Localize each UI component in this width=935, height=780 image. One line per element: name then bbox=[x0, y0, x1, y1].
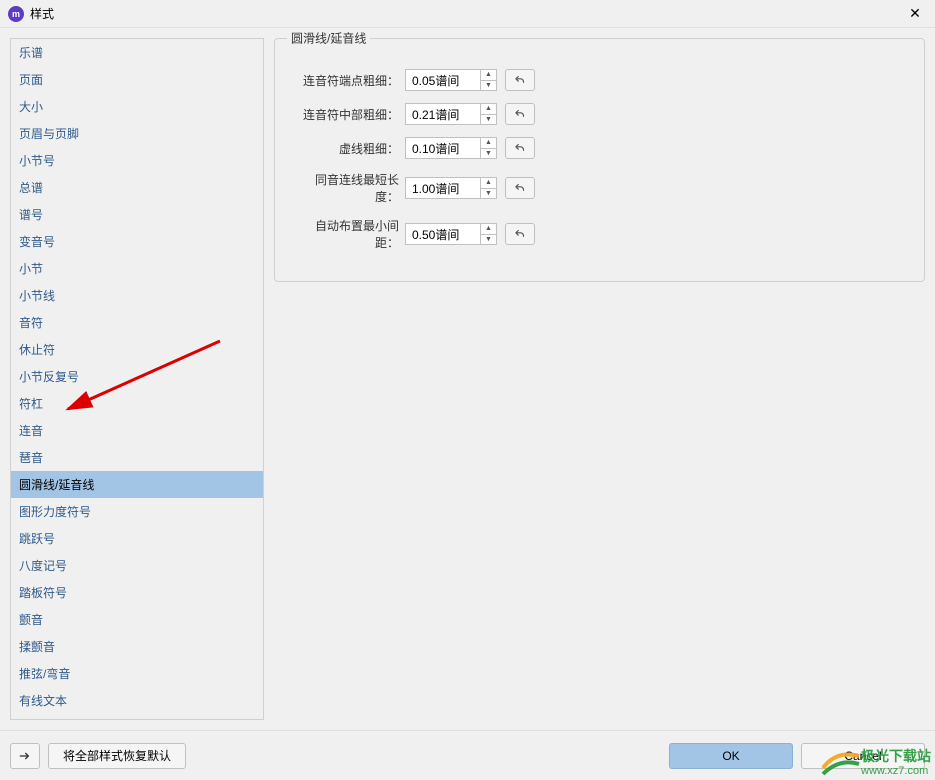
sidebar-item[interactable]: 乐谱 bbox=[11, 39, 263, 66]
spinbox-value: 1.00谱间 bbox=[406, 180, 480, 197]
sidebar-item[interactable]: 推弦/弯音 bbox=[11, 660, 263, 687]
undo-icon bbox=[513, 73, 527, 87]
chevron-up-icon[interactable]: ▲ bbox=[481, 70, 496, 81]
spinbox[interactable]: 0.50谱间▲▼ bbox=[405, 223, 497, 245]
reset-button[interactable] bbox=[505, 69, 535, 91]
chevron-down-icon[interactable]: ▼ bbox=[481, 189, 496, 199]
spinbox-value: 0.05谱间 bbox=[406, 72, 480, 89]
sidebar-item[interactable]: 颤音 bbox=[11, 606, 263, 633]
settings-groupbox: 圆滑线/延音线 连音符端点粗细：0.05谱间▲▼连音符中部粗细：0.21谱间▲▼… bbox=[274, 38, 925, 282]
sidebar-item[interactable]: 揉颤音 bbox=[11, 633, 263, 660]
sidebar-item[interactable]: 大小 bbox=[11, 93, 263, 120]
chevron-down-icon[interactable]: ▼ bbox=[481, 235, 496, 245]
setting-label: 连音符端点粗细： bbox=[293, 72, 405, 89]
setting-row: 虚线粗细：0.10谱间▲▼ bbox=[293, 137, 906, 159]
sidebar-item[interactable]: 变音号 bbox=[11, 228, 263, 255]
sidebar-item[interactable]: 八度记号 bbox=[11, 552, 263, 579]
sidebar-item[interactable]: 谱号 bbox=[11, 201, 263, 228]
reset-button[interactable] bbox=[505, 137, 535, 159]
sidebar-item[interactable]: 小节 bbox=[11, 255, 263, 282]
setting-label: 虚线粗细： bbox=[293, 140, 405, 157]
sidebar-item[interactable]: 页面 bbox=[11, 66, 263, 93]
chevron-up-icon[interactable]: ▲ bbox=[481, 138, 496, 149]
reset-button[interactable] bbox=[505, 177, 535, 199]
sidebar-item[interactable]: 休止符 bbox=[11, 336, 263, 363]
sidebar-item[interactable]: 总谱有线文本 bbox=[11, 714, 263, 720]
spinbox-value: 0.50谱间 bbox=[406, 226, 480, 243]
sidebar-item[interactable]: 小节号 bbox=[11, 147, 263, 174]
undo-icon bbox=[513, 181, 527, 195]
spinbox-value: 0.10谱间 bbox=[406, 140, 480, 157]
setting-row: 连音符中部粗细：0.21谱间▲▼ bbox=[293, 103, 906, 125]
chevron-up-icon[interactable]: ▲ bbox=[481, 224, 496, 235]
chevron-up-icon[interactable]: ▲ bbox=[481, 178, 496, 189]
sidebar-item[interactable]: 图形力度符号 bbox=[11, 498, 263, 525]
undo-icon bbox=[513, 107, 527, 121]
sidebar-item[interactable]: 连音 bbox=[11, 417, 263, 444]
chevron-down-icon[interactable]: ▼ bbox=[481, 115, 496, 125]
sidebar-item[interactable]: 圆滑线/延音线 bbox=[11, 471, 263, 498]
setting-row: 同音连线最短长度：1.00谱间▲▼ bbox=[293, 171, 906, 205]
setting-label: 连音符中部粗细： bbox=[293, 106, 405, 123]
setting-row: 连音符端点粗细：0.05谱间▲▼ bbox=[293, 69, 906, 91]
chevron-down-icon[interactable]: ▼ bbox=[481, 149, 496, 159]
undo-icon bbox=[513, 227, 527, 241]
titlebar: m 样式 ✕ bbox=[0, 0, 935, 28]
setting-row: 自动布置最小间距：0.50谱间▲▼ bbox=[293, 217, 906, 251]
cancel-button[interactable]: Cancel bbox=[801, 743, 925, 769]
window-title: 样式 bbox=[30, 5, 903, 22]
sidebar-item[interactable]: 音符 bbox=[11, 309, 263, 336]
spinbox[interactable]: 0.21谱间▲▼ bbox=[405, 103, 497, 125]
sidebar-item[interactable]: 有线文本 bbox=[11, 687, 263, 714]
undo-icon bbox=[513, 141, 527, 155]
reset-all-button[interactable]: 将全部样式恢复默认 bbox=[48, 743, 186, 769]
reset-button[interactable] bbox=[505, 223, 535, 245]
setting-label: 自动布置最小间距： bbox=[293, 217, 405, 251]
arrow-right-icon bbox=[17, 748, 33, 764]
back-button[interactable] bbox=[10, 743, 40, 769]
sidebar-item[interactable]: 琶音 bbox=[11, 444, 263, 471]
setting-label: 同音连线最短长度： bbox=[293, 171, 405, 205]
chevron-down-icon[interactable]: ▼ bbox=[481, 81, 496, 91]
sidebar-item[interactable]: 跳跃号 bbox=[11, 525, 263, 552]
sidebar-item[interactable]: 踏板符号 bbox=[11, 579, 263, 606]
category-sidebar: 乐谱页面大小页眉与页脚小节号总谱谱号变音号小节小节线音符休止符小节反复号符杠连音… bbox=[10, 38, 264, 720]
groupbox-title: 圆滑线/延音线 bbox=[287, 30, 370, 47]
ok-button[interactable]: OK bbox=[669, 743, 793, 769]
sidebar-item[interactable]: 页眉与页脚 bbox=[11, 120, 263, 147]
sidebar-item[interactable]: 小节反复号 bbox=[11, 363, 263, 390]
spinbox[interactable]: 1.00谱间▲▼ bbox=[405, 177, 497, 199]
close-icon[interactable]: ✕ bbox=[903, 2, 927, 26]
spinbox[interactable]: 0.05谱间▲▼ bbox=[405, 69, 497, 91]
spinbox[interactable]: 0.10谱间▲▼ bbox=[405, 137, 497, 159]
chevron-up-icon[interactable]: ▲ bbox=[481, 104, 496, 115]
sidebar-item[interactable]: 总谱 bbox=[11, 174, 263, 201]
footer: 将全部样式恢复默认 OK Cancel bbox=[0, 730, 935, 780]
sidebar-item[interactable]: 小节线 bbox=[11, 282, 263, 309]
sidebar-item[interactable]: 符杠 bbox=[11, 390, 263, 417]
reset-button[interactable] bbox=[505, 103, 535, 125]
app-icon: m bbox=[8, 6, 24, 22]
spinbox-value: 0.21谱间 bbox=[406, 106, 480, 123]
